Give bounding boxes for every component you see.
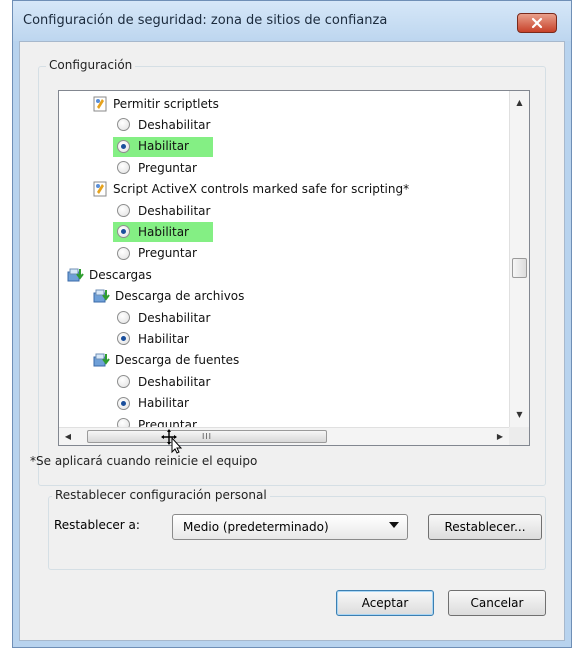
tree-item-label: Habilitar [138, 139, 189, 154]
download-icon [67, 268, 84, 282]
option-deshabilitar[interactable]: Deshabilitar [117, 307, 210, 328]
radio-icon[interactable] [117, 118, 130, 132]
restart-footnote: *Se aplicará cuando reinicie el equipo [30, 454, 258, 468]
vertical-scroll-thumb[interactable] [512, 258, 527, 278]
radio-icon[interactable] [117, 246, 130, 260]
option-preguntar[interactable]: Preguntar [117, 414, 197, 427]
option-habilitar[interactable]: Habilitar [113, 221, 213, 243]
tree-item-label: Habilitar [138, 224, 189, 239]
option-habilitar[interactable]: Habilitar [117, 393, 189, 414]
move-cursor-icon [161, 429, 183, 454]
tree-item-label: Deshabilitar [138, 117, 211, 132]
radio-icon[interactable] [117, 418, 130, 427]
radio-checked-icon[interactable] [117, 139, 130, 153]
tree-item-label: Descarga de fuentes [115, 353, 240, 368]
radio-icon[interactable] [117, 161, 130, 175]
setting-header: Descarga de fuentes [93, 350, 239, 371]
tree-item-label: Preguntar [138, 417, 197, 428]
option-preguntar[interactable]: Preguntar [117, 243, 197, 264]
option-habilitar[interactable]: Habilitar [117, 328, 189, 349]
scroll-right-icon[interactable]: ▶ [491, 428, 509, 445]
vertical-scrollbar[interactable]: ▲ ▼ [509, 91, 529, 427]
tree-item-label: Deshabilitar [138, 374, 211, 389]
setting-header: Script ActiveX controls marked safe for … [93, 179, 409, 200]
reset-button[interactable]: Restablecer... [428, 514, 542, 540]
scrollbar-corner [509, 427, 529, 445]
reset-to-label: Restablecer a: [54, 518, 140, 532]
chevron-down-icon [389, 522, 399, 528]
option-deshabilitar[interactable]: Deshabilitar [117, 114, 210, 135]
tree-item-label: Habilitar [138, 331, 189, 346]
script-settings-icon [93, 96, 107, 111]
radio-icon[interactable] [117, 204, 130, 217]
option-habilitar[interactable]: Habilitar [113, 136, 213, 157]
dialog-body: Configuración Permitir scriptlets Deshabi… [19, 41, 565, 641]
close-icon [531, 17, 543, 29]
scroll-left-icon[interactable]: ◀ [59, 428, 77, 445]
option-deshabilitar[interactable]: Deshabilitar [117, 200, 210, 221]
settings-group-legend: Configuración [46, 58, 136, 72]
radio-checked-icon[interactable] [117, 225, 130, 239]
reset-level-value: Medio (predeterminado) [183, 520, 329, 534]
cancel-button[interactable]: Cancelar [448, 590, 546, 616]
radio-icon[interactable] [117, 375, 130, 389]
tree-item-label: Preguntar [138, 160, 197, 175]
title-bar[interactable]: Configuración de seguridad: zona de siti… [13, 1, 571, 41]
setting-header: Descarga de archivos [93, 286, 244, 307]
reset-level-select[interactable]: Medio (predeterminado) [172, 514, 408, 540]
close-button[interactable] [517, 13, 557, 33]
tree-item-label: Descargas [89, 267, 152, 282]
scroll-up-icon[interactable]: ▲ [510, 93, 529, 111]
settings-tree: Permitir scriptlets Deshabilitar Habilitar… [59, 91, 509, 427]
reset-group-legend: Restablecer configuración personal [52, 488, 270, 502]
radio-checked-icon[interactable] [117, 396, 130, 410]
tree-item-label: Habilitar [138, 396, 189, 411]
scroll-grip: III [201, 432, 213, 441]
settings-listbox[interactable]: Permitir scriptlets Deshabilitar Habilitar… [58, 90, 530, 446]
horizontal-scroll-thumb[interactable]: III [87, 430, 327, 443]
setting-header: Permitir scriptlets [93, 93, 219, 114]
tree-item-label: Deshabilitar [138, 310, 211, 325]
tree-item-label: Descarga de archivos [115, 289, 245, 304]
tree-item-label: Deshabilitar [138, 203, 211, 218]
download-icon [93, 353, 110, 367]
option-preguntar[interactable]: Preguntar [117, 157, 197, 178]
tree-item-label: Permitir scriptlets [113, 96, 219, 111]
tree-item-label: Script ActiveX controls marked safe for … [113, 182, 410, 197]
option-deshabilitar[interactable]: Deshabilitar [117, 371, 210, 392]
radio-checked-icon[interactable] [117, 332, 130, 346]
category-header: Descargas [67, 264, 152, 285]
ok-button[interactable]: Aceptar [336, 590, 434, 616]
window-title: Configuración de seguridad: zona de siti… [23, 13, 388, 28]
download-icon [93, 289, 110, 303]
scroll-down-icon[interactable]: ▼ [510, 405, 529, 423]
script-settings-icon [93, 181, 107, 197]
tree-item-label: Preguntar [138, 246, 197, 261]
horizontal-scrollbar[interactable]: ◀ III ▶ [59, 427, 509, 445]
radio-icon[interactable] [117, 311, 130, 324]
dialog-window: Configuración de seguridad: zona de siti… [12, 0, 572, 648]
